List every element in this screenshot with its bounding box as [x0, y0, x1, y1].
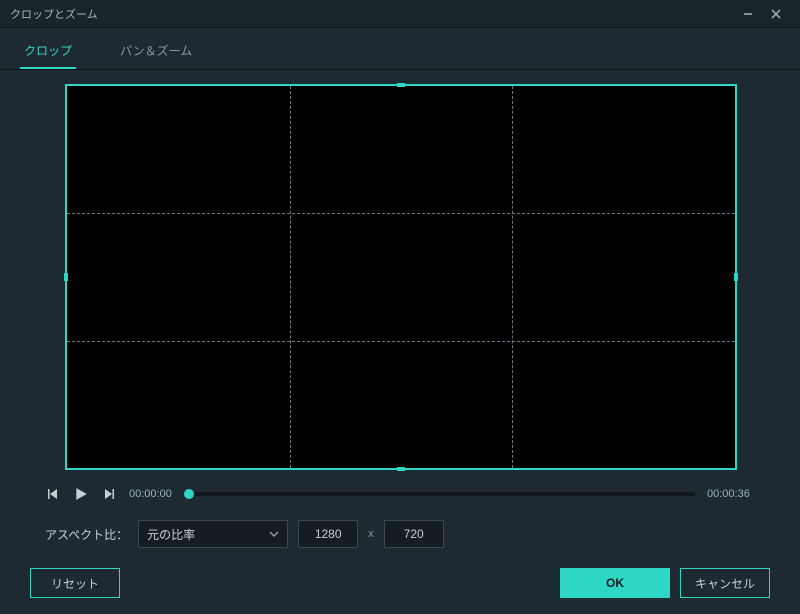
ok-button[interactable]: OK: [560, 568, 670, 598]
chevron-down-icon: [269, 529, 279, 540]
crop-handle-tr[interactable]: [727, 84, 737, 94]
aspect-selected: 元の比率: [147, 526, 269, 543]
crop-handle-bottom[interactable]: [397, 467, 405, 471]
time-duration: 00:00:36: [707, 488, 755, 500]
play-button[interactable]: [73, 486, 89, 502]
aspect-label: アスペクト比：: [45, 526, 128, 543]
crop-handle-top[interactable]: [397, 83, 405, 87]
minimize-button[interactable]: [734, 4, 762, 24]
preview-area: [45, 82, 755, 474]
cancel-button[interactable]: キャンセル: [680, 568, 770, 598]
crop-rectangle[interactable]: [65, 84, 737, 470]
grid-line: [67, 213, 735, 214]
playback-slider[interactable]: [189, 492, 695, 496]
grid-line: [512, 86, 513, 468]
prev-frame-button[interactable]: [45, 486, 61, 502]
time-current: 00:00:00: [129, 488, 177, 500]
reset-button[interactable]: リセット: [30, 568, 120, 598]
aspect-controls: アスペクト比： 元の比率 1280 x 720: [0, 512, 800, 556]
width-input[interactable]: 1280: [298, 520, 358, 548]
titlebar: クロップとズーム: [0, 0, 800, 28]
next-frame-button[interactable]: [101, 486, 117, 502]
tab-panzoom[interactable]: パン＆ズーム: [116, 36, 196, 69]
playback-bar: 00:00:00 00:00:36: [0, 482, 800, 512]
footer-bar: リセット OK キャンセル: [0, 556, 800, 610]
aspect-select[interactable]: 元の比率: [138, 520, 288, 548]
slider-thumb[interactable]: [184, 489, 194, 499]
dimension-separator: x: [368, 528, 374, 540]
crop-handle-left[interactable]: [64, 273, 68, 281]
height-input[interactable]: 720: [384, 520, 444, 548]
crop-handle-bl[interactable]: [65, 460, 75, 470]
tab-bar: クロップ パン＆ズーム: [0, 28, 800, 70]
crop-handle-br[interactable]: [727, 460, 737, 470]
tab-crop[interactable]: クロップ: [20, 36, 76, 69]
grid-line: [67, 341, 735, 342]
window-title: クロップとズーム: [10, 6, 734, 22]
crop-handle-right[interactable]: [734, 273, 738, 281]
crop-handle-tl[interactable]: [65, 84, 75, 94]
close-button[interactable]: [762, 4, 790, 24]
grid-line: [290, 86, 291, 468]
